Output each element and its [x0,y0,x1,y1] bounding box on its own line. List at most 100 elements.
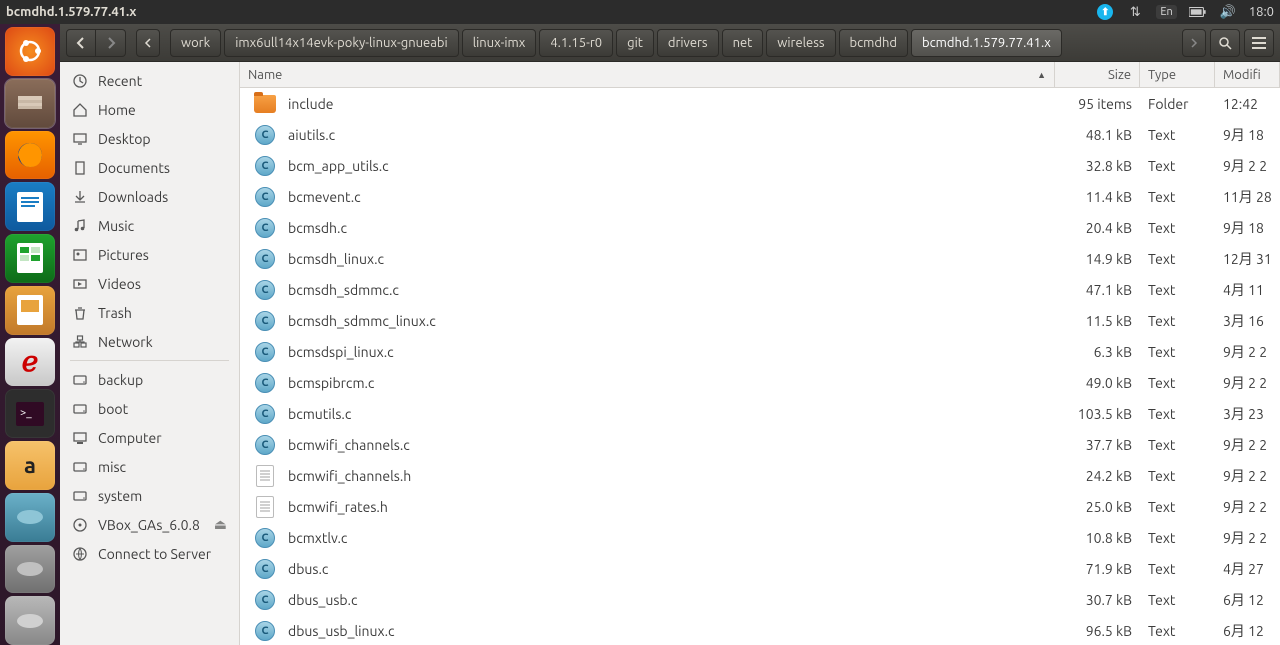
file-row[interactable]: bcmsdh_sdmmc_linux.c11.5 kBText3月 16 [240,305,1280,336]
sort-indicator-icon: ▲ [1037,70,1046,80]
network-updown-icon[interactable]: ⇅ [1126,3,1144,21]
file-row[interactable]: bcmsdh_sdmmc.c47.1 kBText4月 11 [240,274,1280,305]
column-modified[interactable]: Modifi [1215,62,1280,87]
column-name[interactable]: Name▲ [240,62,1055,87]
path-back-button[interactable] [136,29,160,57]
file-row[interactable]: bcmutils.c103.5 kBText3月 23 [240,398,1280,429]
file-name: bcmwifi_rates.h [288,499,388,515]
amazon-icon[interactable]: a [5,441,55,490]
view-list-button[interactable] [1244,29,1274,57]
column-type[interactable]: Type [1140,62,1215,87]
file-row[interactable]: bcm_app_utils.c32.8 kBText9月 2 2 [240,150,1280,181]
column-size[interactable]: Size [1055,62,1140,87]
sidebar-item[interactable]: Recent [60,66,239,95]
file-row[interactable]: bcmxtlv.c10.8 kBText9月 2 2 [240,522,1280,553]
volume-icon[interactable]: 🔊 [1219,3,1237,21]
file-modified: 9月 18 [1215,218,1280,238]
sidebar-item[interactable]: Computer [60,423,239,452]
files-app-icon[interactable] [5,79,55,128]
file-row[interactable]: bcmsdspi_linux.c6.3 kBText9月 2 2 [240,336,1280,367]
file-modified: 4月 27 [1215,559,1280,579]
file-size: 11.4 kB [1055,189,1140,205]
sidebar-label: Videos [98,276,141,292]
breadcrumb-item[interactable]: bcmdhd [839,29,909,57]
file-list[interactable]: Name▲ Size Type Modifi include95 itemsFo… [240,62,1280,645]
file-row[interactable]: bcmsdh.c20.4 kBText9月 18 [240,212,1280,243]
file-name: dbus_usb_linux.c [288,623,395,639]
file-row[interactable]: bcmwifi_channels.h24.2 kBText9月 2 2 [240,460,1280,491]
file-name: bcmutils.c [288,406,351,422]
toolbar: workimx6ull14x14evk-poky-linux-gnueabili… [60,24,1280,62]
file-size: 24.2 kB [1055,468,1140,484]
device-1-icon[interactable] [5,493,55,542]
sidebar-item[interactable]: Videos [60,269,239,298]
battery-icon[interactable] [1189,3,1207,21]
sidebar-item[interactable]: Downloads [60,182,239,211]
clock[interactable]: 18:0 [1249,5,1274,19]
file-modified: 4月 11 [1215,280,1280,300]
top-menubar: bcmdhd.1.579.77.41.x ⬆ ⇅ En 🔊 18:0 [0,0,1280,24]
device-2-icon[interactable] [5,545,55,594]
conn-icon [72,546,88,562]
sidebar-item[interactable]: Network [60,327,239,356]
sidebar-item[interactable]: VBox_GAs_6.0.8⏏ [60,510,239,539]
breadcrumb-item[interactable]: bcmdhd.1.579.77.41.x [911,29,1062,57]
file-row[interactable]: dbus.c71.9 kBText4月 27 [240,553,1280,584]
window-title: bcmdhd.1.579.77.41.x [6,5,1096,19]
terminal-icon[interactable]: >_ [5,389,55,438]
sidebar-item[interactable]: Desktop [60,124,239,153]
update-icon[interactable]: ⬆ [1096,3,1114,21]
evince-icon[interactable]: ℯ [5,338,55,387]
writer-icon[interactable] [5,182,55,231]
impress-icon[interactable] [5,286,55,335]
sidebar-item[interactable]: Home [60,95,239,124]
sidebar-item[interactable]: system [60,481,239,510]
sidebar-item[interactable]: boot [60,394,239,423]
file-row[interactable]: dbus_usb.c30.7 kBText6月 12 [240,584,1280,615]
calc-icon[interactable] [5,234,55,283]
h-file-icon [256,465,274,487]
sidebar-label: Network [98,334,153,350]
sidebar-item[interactable]: misc [60,452,239,481]
back-button[interactable] [66,29,96,57]
clock-icon [72,73,88,89]
sidebar-item[interactable]: Documents [60,153,239,182]
breadcrumb-item[interactable]: net [722,29,764,57]
file-row[interactable]: bcmspibrcm.c49.0 kBText9月 2 2 [240,367,1280,398]
file-row[interactable]: include95 itemsFolder12:42 [240,88,1280,119]
file-name: bcmwifi_channels.c [288,437,410,453]
keyboard-indicator[interactable]: En [1156,5,1176,19]
sidebar-item[interactable]: Music [60,211,239,240]
search-button[interactable] [1210,29,1240,57]
desktop-icon [72,131,88,147]
file-row[interactable]: aiutils.c48.1 kBText9月 18 [240,119,1280,150]
sidebar-item[interactable]: Trash [60,298,239,327]
file-type: Text [1140,406,1215,422]
firefox-icon[interactable] [5,131,55,180]
file-row[interactable]: bcmwifi_channels.c37.7 kBText9月 2 2 [240,429,1280,460]
breadcrumb-item[interactable]: wireless [766,29,835,57]
sidebar-item[interactable]: Pictures [60,240,239,269]
file-size: 6.3 kB [1055,344,1140,360]
file-row[interactable]: bcmsdh_linux.c14.9 kBText12月 31 [240,243,1280,274]
file-row[interactable]: dbus_usb_linux.c96.5 kBText6月 12 [240,615,1280,645]
sidebar-item[interactable]: backup [60,365,239,394]
breadcrumb-item[interactable]: linux-imx [462,29,537,57]
device-3-icon[interactable] [5,596,55,645]
forward-button[interactable] [96,29,126,57]
breadcrumb-item[interactable]: drivers [657,29,719,57]
path-forward-button[interactable] [1182,29,1206,57]
file-type: Text [1140,158,1215,174]
eject-icon[interactable]: ⏏ [214,516,227,533]
sidebar-item[interactable]: Connect to Server [60,539,239,568]
dash-icon[interactable] [5,27,55,76]
c-file-icon [255,125,275,145]
breadcrumb-item[interactable]: git [616,29,654,57]
file-row[interactable]: bcmwifi_rates.h25.0 kBText9月 2 2 [240,491,1280,522]
file-name: bcmwifi_channels.h [288,468,411,484]
file-row[interactable]: bcmevent.c11.4 kBText11月 28 [240,181,1280,212]
breadcrumb-item[interactable]: imx6ull14x14evk-poky-linux-gnueabi [224,29,459,57]
file-type: Text [1140,592,1215,608]
breadcrumb-item[interactable]: work [170,29,221,57]
breadcrumb-item[interactable]: 4.1.15-r0 [539,29,613,57]
